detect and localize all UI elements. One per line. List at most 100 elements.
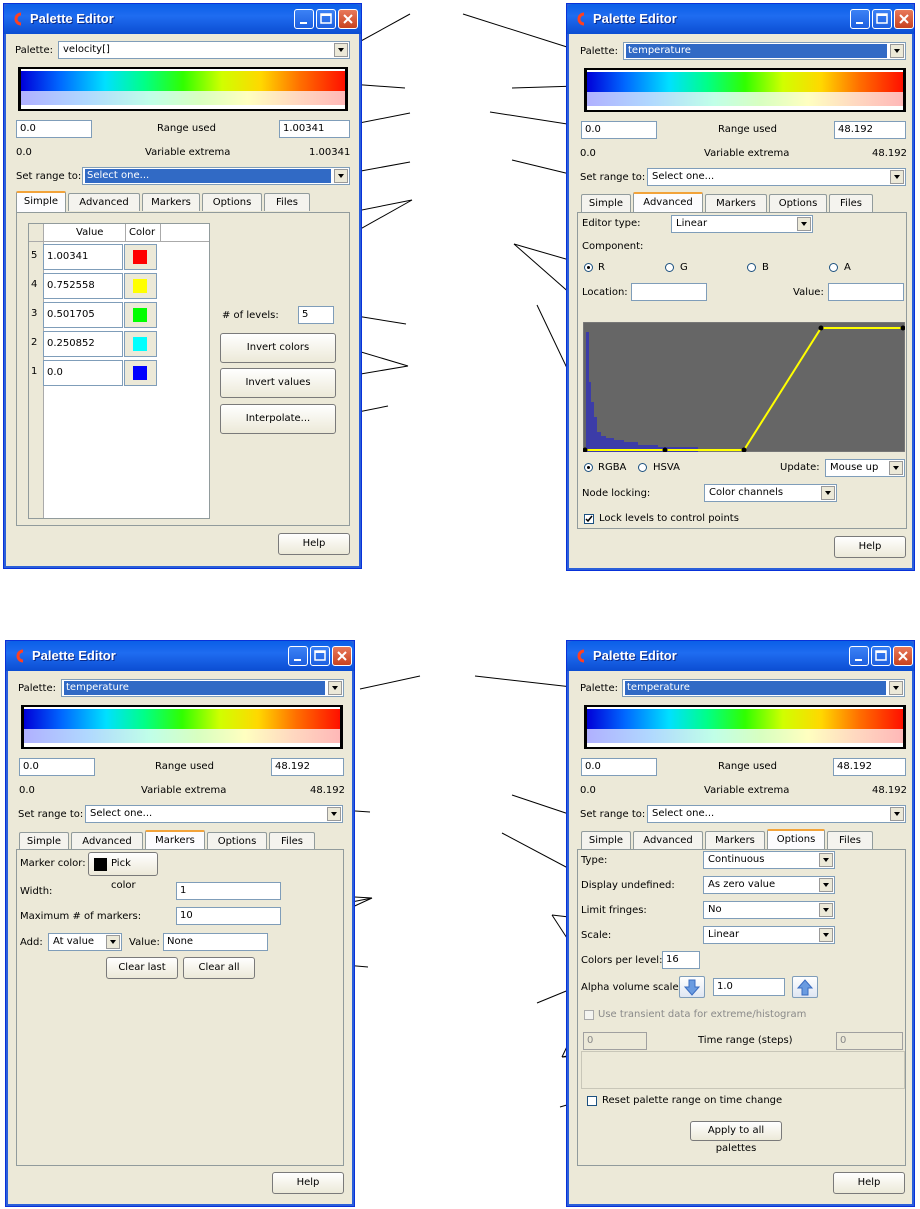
- maximize-button[interactable]: [316, 9, 336, 29]
- type-combo[interactable]: Continuous: [703, 851, 835, 869]
- radio-b[interactable]: [747, 263, 756, 272]
- level-color-button[interactable]: [124, 273, 157, 299]
- tab-simple[interactable]: Simple: [581, 831, 631, 849]
- reset-palette-checkbox[interactable]: [587, 1096, 597, 1106]
- set-range-combo[interactable]: Select one...: [647, 805, 906, 823]
- level-value-field[interactable]: 0.752558: [43, 273, 123, 299]
- range-max-field[interactable]: 48.192: [833, 758, 906, 776]
- tab-files[interactable]: Files: [269, 832, 315, 850]
- level-value-field[interactable]: 1.00341: [43, 244, 123, 270]
- tab-files[interactable]: Files: [829, 194, 873, 212]
- range-min-field[interactable]: 0.0: [16, 120, 92, 138]
- tab-advanced[interactable]: Advanced: [633, 831, 703, 849]
- palette-combo[interactable]: temperature: [622, 679, 905, 697]
- close-button[interactable]: [332, 646, 352, 666]
- close-button[interactable]: [338, 9, 358, 29]
- alpha-increase-button[interactable]: [792, 976, 818, 998]
- level-value-field[interactable]: 0.0: [43, 360, 123, 386]
- title-bar[interactable]: Palette Editor: [4, 4, 361, 34]
- range-max-field[interactable]: 48.192: [271, 758, 344, 776]
- tab-files[interactable]: Files: [827, 831, 873, 849]
- lock-levels-checkbox[interactable]: [584, 514, 594, 524]
- tab-options[interactable]: Options: [202, 193, 262, 211]
- tab-advanced[interactable]: Advanced: [68, 193, 140, 211]
- pick-color-button[interactable]: Pick color: [88, 852, 158, 891]
- set-range-combo[interactable]: Select one...: [647, 168, 906, 186]
- radio-r[interactable]: [584, 263, 593, 272]
- level-value-field[interactable]: 0.250852: [43, 331, 123, 357]
- transient-data-checkbox[interactable]: [584, 1010, 594, 1020]
- title-bar[interactable]: Palette Editor: [567, 641, 914, 671]
- tab-markers[interactable]: Markers: [705, 831, 765, 849]
- alpha-volume-field[interactable]: 1.0: [713, 978, 785, 996]
- help-button[interactable]: Help: [834, 536, 906, 558]
- level-color-button[interactable]: [124, 244, 157, 270]
- marker-value-field[interactable]: None: [163, 933, 268, 951]
- location-field[interactable]: [631, 283, 707, 301]
- tab-markers[interactable]: Markers: [142, 193, 200, 211]
- maximize-button[interactable]: [310, 646, 330, 666]
- tab-simple[interactable]: Simple: [19, 832, 69, 850]
- time-end-field[interactable]: 0: [836, 1032, 903, 1050]
- apply-to-all-palettes-button[interactable]: Apply to all palettes: [690, 1121, 782, 1154]
- range-min-field[interactable]: 0.0: [581, 758, 657, 776]
- tab-files[interactable]: Files: [264, 193, 310, 211]
- level-value-field[interactable]: 0.501705: [43, 302, 123, 328]
- tab-advanced[interactable]: Advanced: [633, 192, 703, 213]
- transfer-function-graph[interactable]: [583, 322, 905, 452]
- palette-colorbar[interactable]: [584, 68, 906, 112]
- value-field[interactable]: [828, 283, 904, 301]
- help-button[interactable]: Help: [278, 533, 350, 555]
- clear-last-button[interactable]: Clear last: [106, 957, 178, 979]
- palette-colorbar[interactable]: [18, 67, 348, 111]
- palette-colorbar[interactable]: [21, 705, 343, 749]
- editor-type-combo[interactable]: Linear: [671, 215, 813, 233]
- minimize-button[interactable]: [294, 9, 314, 29]
- set-range-combo[interactable]: Select one...: [85, 805, 343, 823]
- tab-simple[interactable]: Simple: [16, 191, 66, 212]
- range-min-field[interactable]: 0.0: [19, 758, 95, 776]
- range-max-field[interactable]: 48.192: [834, 121, 906, 139]
- invert-values-button[interactable]: Invert values: [220, 368, 336, 398]
- add-combo[interactable]: At value: [48, 933, 122, 951]
- help-button[interactable]: Help: [272, 1172, 344, 1194]
- levels-field[interactable]: 5: [298, 306, 334, 324]
- close-button[interactable]: [894, 9, 914, 29]
- tab-options[interactable]: Options: [767, 829, 825, 850]
- level-color-button[interactable]: [124, 331, 157, 357]
- clear-all-button[interactable]: Clear all: [183, 957, 255, 979]
- radio-rgba[interactable]: [584, 463, 593, 472]
- level-color-button[interactable]: [124, 360, 157, 386]
- tab-markers[interactable]: Markers: [145, 830, 205, 851]
- title-bar[interactable]: Palette Editor: [6, 641, 354, 671]
- range-max-field[interactable]: 1.00341: [279, 120, 350, 138]
- palette-combo[interactable]: velocity[]: [58, 41, 350, 59]
- palette-combo[interactable]: temperature: [61, 679, 344, 697]
- limit-fringes-combo[interactable]: No: [703, 901, 835, 919]
- tab-simple[interactable]: Simple: [581, 194, 631, 212]
- tab-options[interactable]: Options: [207, 832, 267, 850]
- level-color-button[interactable]: [124, 302, 157, 328]
- palette-colorbar[interactable]: [584, 705, 906, 749]
- set-range-combo[interactable]: Select one...: [82, 167, 350, 185]
- close-button[interactable]: [893, 646, 913, 666]
- minimize-button[interactable]: [288, 646, 308, 666]
- radio-g[interactable]: [665, 263, 674, 272]
- minimize-button[interactable]: [849, 646, 869, 666]
- invert-colors-button[interactable]: Invert colors: [220, 333, 336, 363]
- radio-hsva[interactable]: [638, 463, 647, 472]
- tab-markers[interactable]: Markers: [705, 194, 767, 212]
- range-min-field[interactable]: 0.0: [581, 121, 657, 139]
- tab-advanced[interactable]: Advanced: [71, 832, 143, 850]
- max-markers-field[interactable]: 10: [176, 907, 281, 925]
- scale-combo[interactable]: Linear: [703, 926, 835, 944]
- time-start-field[interactable]: 0: [583, 1032, 647, 1050]
- interpolate-button[interactable]: Interpolate...: [220, 404, 336, 434]
- alpha-decrease-button[interactable]: [679, 976, 705, 998]
- maximize-button[interactable]: [871, 646, 891, 666]
- display-undefined-combo[interactable]: As zero value: [703, 876, 835, 894]
- palette-combo[interactable]: temperature: [623, 42, 906, 60]
- update-combo[interactable]: Mouse up: [825, 459, 905, 477]
- maximize-button[interactable]: [872, 9, 892, 29]
- minimize-button[interactable]: [850, 9, 870, 29]
